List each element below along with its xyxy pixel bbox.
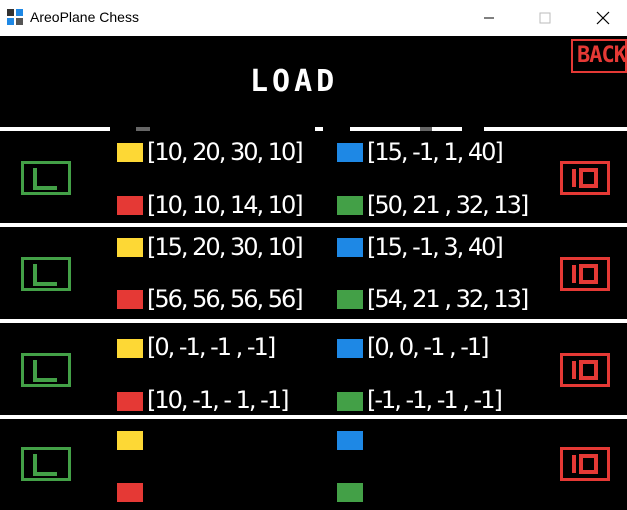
yellow-player-swatch xyxy=(117,431,143,450)
green-positions: [50, 21 , 32, 13] xyxy=(367,191,529,219)
red-player-swatch xyxy=(117,483,143,502)
delete-slot-button[interactable] xyxy=(560,353,610,387)
blue-player-swatch xyxy=(337,431,363,450)
title-bar: AreoPlane Chess xyxy=(0,0,627,36)
save-slot-3: [0, -1, -1 , -1] [0, 0, -1 , -1] [10, -1… xyxy=(0,323,627,415)
blue-player-swatch xyxy=(337,238,363,257)
close-icon xyxy=(596,11,610,25)
red-positions: [10, 10, 14, 10] xyxy=(147,191,304,219)
green-positions: [54, 21 , 32, 13] xyxy=(367,285,529,313)
load-slot-button[interactable] xyxy=(21,161,71,195)
save-slot-4 xyxy=(0,419,627,510)
maximize-button[interactable] xyxy=(522,0,568,36)
yellow-player-swatch xyxy=(117,339,143,358)
maximize-icon xyxy=(539,12,551,24)
delete-slot-button[interactable] xyxy=(560,257,610,291)
blue-player-swatch xyxy=(337,339,363,358)
red-player-swatch xyxy=(117,290,143,309)
game-canvas: BACK LOAD [10, 20, 30, 10] [15, -1, 1, 4… xyxy=(0,36,627,510)
app-icon xyxy=(7,9,23,25)
yellow-positions: [0, -1, -1 , -1] xyxy=(147,333,276,361)
delete-slot-button[interactable] xyxy=(560,161,610,195)
minimize-button[interactable] xyxy=(466,0,512,36)
blue-positions: [0, 0, -1 , -1] xyxy=(367,333,490,361)
green-player-swatch xyxy=(337,290,363,309)
load-slot-button[interactable] xyxy=(21,257,71,291)
save-slot-2: [15, 20, 30, 10] [15, -1, 3, 40] [56, 56… xyxy=(0,227,627,319)
green-player-swatch xyxy=(337,392,363,411)
blue-positions: [15, -1, 1, 40] xyxy=(367,138,504,166)
close-button[interactable] xyxy=(580,0,626,36)
delete-slot-button[interactable] xyxy=(560,447,610,481)
save-slot-1: [10, 20, 30, 10] [15, -1, 1, 40] [10, 10… xyxy=(0,131,627,223)
green-positions: [-1, -1, -1 , -1] xyxy=(367,386,503,414)
red-positions: [56, 56, 56, 56] xyxy=(147,285,304,313)
blue-positions: [15, -1, 3, 40] xyxy=(367,233,504,261)
yellow-player-swatch xyxy=(117,238,143,257)
blue-player-swatch xyxy=(337,143,363,162)
green-player-swatch xyxy=(337,196,363,215)
yellow-positions: [10, 20, 30, 10] xyxy=(147,138,304,166)
yellow-player-swatch xyxy=(117,143,143,162)
green-player-swatch xyxy=(337,483,363,502)
back-button[interactable]: BACK xyxy=(571,39,627,73)
window-title: AreoPlane Chess xyxy=(30,9,139,25)
load-slot-button[interactable] xyxy=(21,353,71,387)
load-slot-button[interactable] xyxy=(21,447,71,481)
page-title: LOAD xyxy=(250,64,339,99)
red-player-swatch xyxy=(117,196,143,215)
yellow-positions: [15, 20, 30, 10] xyxy=(147,233,304,261)
minimize-icon xyxy=(484,17,494,19)
red-player-swatch xyxy=(117,392,143,411)
red-positions: [10, -1, - 1, -1] xyxy=(147,386,289,414)
